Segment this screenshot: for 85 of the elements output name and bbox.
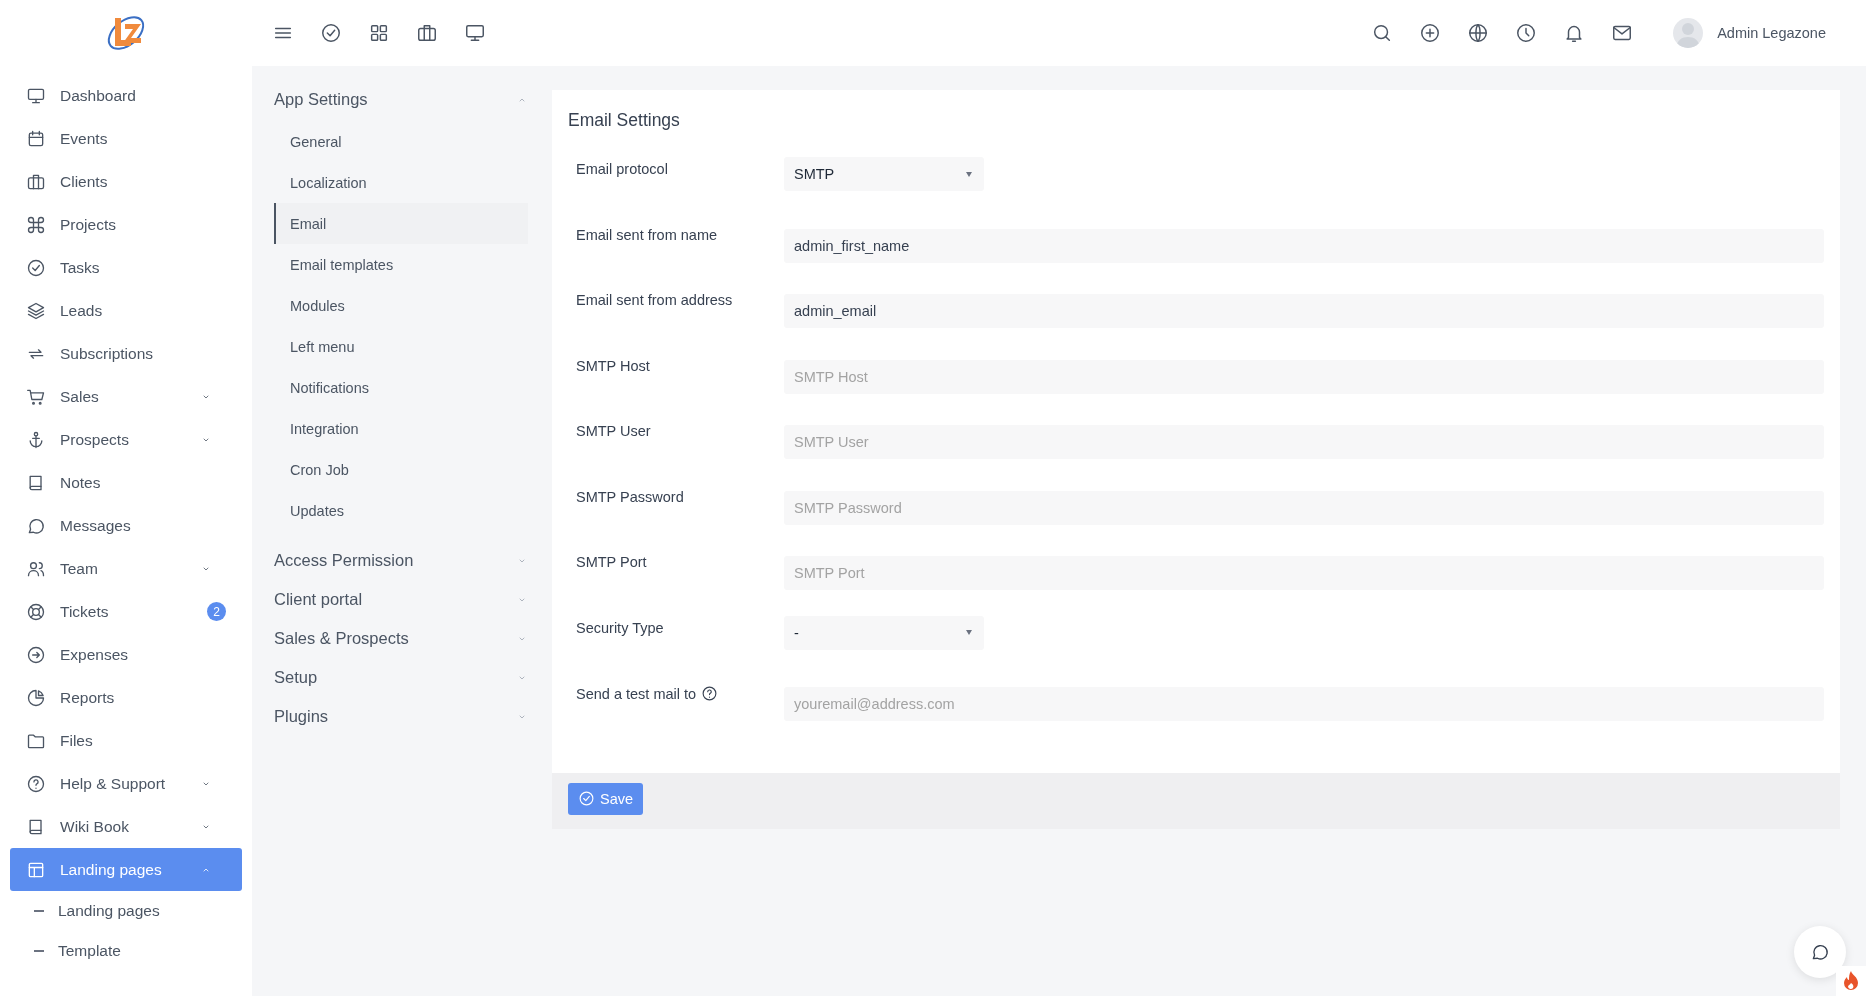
settings-menu-item[interactable]: Updates (274, 490, 528, 531)
settings-menu-item[interactable]: Notifications (274, 367, 528, 408)
sidebar-item[interactable]: Tickets 2 (10, 590, 242, 633)
input-field[interactable]: youremail@address.com (784, 687, 1824, 721)
chat-button[interactable] (1794, 926, 1846, 978)
sidebar-item[interactable]: Wiki Book (10, 805, 242, 848)
flame-button[interactable] (1836, 966, 1866, 996)
count-badge: 2 (207, 602, 226, 621)
settings-menu-item[interactable]: Left menu (274, 326, 528, 367)
layers-icon (26, 300, 46, 321)
field-label: SMTP Port (576, 554, 647, 570)
monitor-icon (464, 22, 486, 44)
clock-button[interactable] (1515, 22, 1538, 44)
plus-circle-icon (1419, 22, 1442, 44)
clock-icon (1515, 22, 1538, 44)
field-label: Email sent from address (576, 292, 733, 308)
settings-section[interactable]: Access Permission (274, 541, 540, 580)
check-circle-icon (578, 790, 595, 807)
globe-icon (1467, 22, 1490, 44)
field-label: Email protocol (576, 161, 668, 177)
sidebar-item[interactable]: Messages (10, 504, 242, 547)
pie-chart-icon (26, 687, 46, 708)
globe-button[interactable] (1467, 22, 1490, 44)
sidebar-item[interactable]: Projects (10, 203, 242, 246)
check-circle-icon (26, 257, 46, 278)
command-icon (26, 214, 46, 235)
sidebar-item[interactable]: Expenses (10, 633, 242, 676)
field-label: SMTP User (576, 423, 651, 439)
help-icon (701, 685, 719, 702)
field-label: Security Type (576, 619, 664, 636)
field-label: Email sent from name (576, 226, 718, 243)
sidebar-item[interactable]: Clients (10, 160, 242, 203)
settings-menu-item[interactable]: Localization (274, 162, 528, 203)
input-field[interactable]: SMTP Password (784, 490, 1824, 525)
card-title: Email Settings (568, 110, 681, 131)
arrow-circle-icon (26, 644, 46, 665)
grid-icon (368, 22, 390, 44)
grid-button[interactable] (368, 22, 390, 44)
settings-menu-item[interactable]: General (274, 121, 528, 162)
field-label: SMTP Host (576, 357, 650, 374)
input-field[interactable]: SMTP Host (784, 359, 1824, 394)
user-name[interactable]: Admin Legazone (1717, 25, 1826, 41)
settings-section[interactable]: Client portal (274, 580, 540, 619)
sidebar-item[interactable]: Leads (10, 289, 242, 332)
input-field[interactable]: SMTP Port (784, 556, 1824, 590)
settings-menu-item[interactable]: Cron Job (274, 449, 528, 490)
sidebar-item[interactable]: Team (10, 547, 242, 590)
sidebar-item[interactable]: Dashboard (10, 74, 242, 117)
sidebar-item[interactable]: Events (10, 117, 242, 160)
settings-menu-item[interactable]: Integration (274, 408, 528, 449)
flame-icon (1843, 971, 1859, 991)
sidebar-item[interactable]: Sales (10, 375, 242, 418)
sidebar-item[interactable]: Tasks (10, 246, 242, 289)
sidebar-item[interactable]: Notes (10, 461, 242, 504)
sidebar-subitem[interactable]: Landing pages (10, 891, 242, 931)
monitor-button[interactable] (464, 22, 486, 44)
input-field[interactable]: admin_email (784, 294, 1824, 328)
input-field[interactable]: admin_first_name (784, 228, 1824, 263)
sidebar-subitem[interactable]: Template (10, 931, 242, 971)
settings-menu-item[interactable]: Email templates (274, 244, 528, 285)
chat-bubble-icon (1810, 942, 1830, 962)
briefcase-button[interactable] (416, 22, 438, 44)
calendar-icon (26, 128, 46, 149)
field-label: SMTP Password (576, 488, 684, 505)
select-field[interactable]: - (784, 615, 984, 650)
settings-menu-item[interactable]: Email (274, 203, 528, 244)
sidebar-item[interactable]: Subscriptions (10, 332, 242, 375)
briefcase-icon (416, 22, 438, 44)
select-field[interactable]: SMTP (784, 157, 984, 191)
check-circle-button[interactable] (320, 22, 342, 44)
settings-menu-item[interactable]: Modules (274, 285, 528, 326)
field-label: Send a test mail to (576, 685, 697, 702)
settings-section[interactable]: Sales & Prospects (274, 619, 540, 658)
sidebar-item[interactable]: Reports (10, 676, 242, 719)
settings-section[interactable]: App Settings (274, 80, 540, 119)
settings-section[interactable]: Plugins (274, 697, 540, 736)
sidebar-item[interactable]: Help & Support (10, 762, 242, 805)
life-ring-icon (26, 601, 46, 622)
check-circle-icon (320, 22, 342, 44)
sidebar-item[interactable]: Files (10, 719, 242, 762)
input-field[interactable]: SMTP User (784, 425, 1824, 459)
plus-circle-button[interactable] (1419, 22, 1442, 44)
settings-section[interactable]: Setup (274, 658, 540, 697)
help-icon (26, 773, 46, 794)
sidebar-item[interactable]: Prospects (10, 418, 242, 461)
